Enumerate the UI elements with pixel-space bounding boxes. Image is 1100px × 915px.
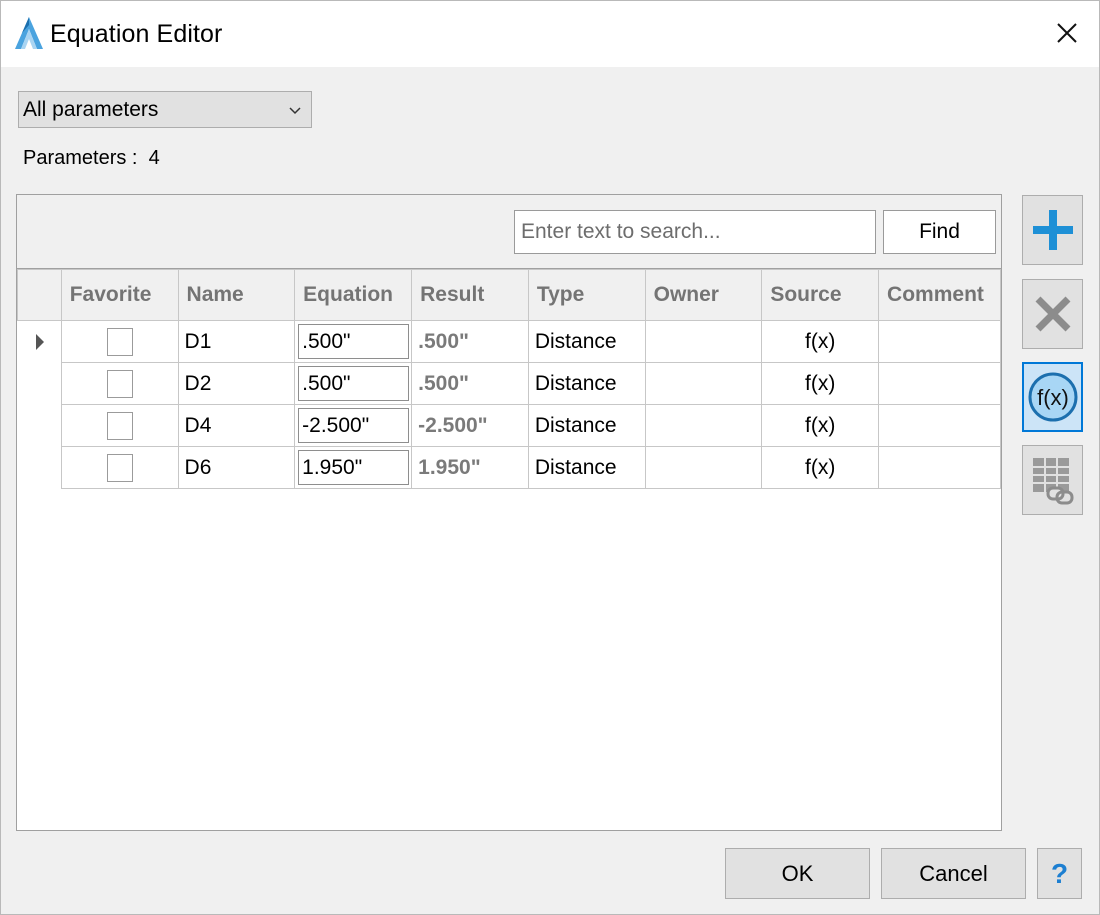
close-button[interactable]	[1047, 13, 1087, 53]
title-bar: Equation Editor	[1, 1, 1099, 67]
favorite-cell	[60, 320, 179, 363]
equation-cell: 1.950"	[294, 446, 413, 489]
app-logo-icon	[15, 17, 43, 49]
row-indicator	[17, 446, 62, 489]
result-cell: .500"	[411, 320, 529, 363]
source-fx-icon: f(x)	[761, 362, 880, 405]
link-table-button[interactable]	[1022, 445, 1083, 515]
equation-input[interactable]: .500"	[298, 324, 410, 359]
favorite-cell	[60, 446, 179, 489]
name-cell[interactable]: D2	[177, 362, 296, 405]
row-indicator-header	[17, 269, 62, 321]
column-header-type[interactable]: Type	[527, 269, 646, 321]
table-header-row: Favorite Name Equation Result Type Owner…	[17, 269, 1001, 321]
favorite-checkbox[interactable]	[106, 327, 133, 356]
result-cell: -2.500"	[411, 404, 529, 447]
comment-cell[interactable]	[878, 320, 1001, 363]
close-icon	[1057, 23, 1077, 43]
favorite-checkbox[interactable]	[106, 369, 133, 398]
plus-icon	[1032, 210, 1073, 250]
type-cell: Distance	[527, 404, 646, 447]
result-cell: .500"	[411, 362, 529, 405]
type-cell: Distance	[527, 320, 646, 363]
owner-cell	[644, 320, 763, 363]
owner-cell	[644, 404, 763, 447]
parameters-grid: Find Favorite Name Equation Result Type …	[16, 194, 1002, 831]
ok-button[interactable]: OK	[725, 848, 870, 899]
equation-input[interactable]: 1.950"	[298, 450, 410, 485]
equation-editor-dialog: Equation Editor All parameters Parameter…	[0, 0, 1100, 915]
favorite-cell	[60, 362, 179, 405]
owner-cell	[644, 362, 763, 405]
parameter-count: Parameters : 4	[23, 147, 160, 170]
parameter-count-value: 4	[148, 147, 160, 169]
help-button[interactable]: ?	[1037, 848, 1082, 899]
parameter-count-label: Parameters :	[23, 147, 138, 169]
add-parameter-button[interactable]	[1022, 195, 1083, 265]
favorite-checkbox[interactable]	[106, 411, 133, 440]
row-indicator	[17, 362, 62, 405]
table-link-icon	[1032, 458, 1073, 505]
column-header-source[interactable]: Source	[761, 269, 880, 321]
function-button[interactable]: f(x)	[1022, 362, 1083, 432]
result-cell: 1.950"	[411, 446, 529, 489]
row-indicator	[17, 404, 62, 447]
column-header-owner[interactable]: Owner	[644, 269, 763, 321]
parameters-table: Favorite Name Equation Result Type Owner…	[17, 269, 1001, 489]
comment-cell[interactable]	[878, 446, 1001, 489]
column-header-result[interactable]: Result	[411, 269, 529, 321]
search-bar: Find	[17, 195, 1001, 269]
equation-input[interactable]: .500"	[298, 366, 410, 401]
x-icon	[1035, 296, 1070, 332]
column-header-comment[interactable]: Comment	[878, 269, 1001, 321]
table-row[interactable]: D2 .500" .500" Distance f(x)	[17, 362, 1001, 405]
column-header-equation[interactable]: Equation	[294, 269, 413, 321]
comment-cell[interactable]	[878, 362, 1001, 405]
table-row[interactable]: D6 1.950" 1.950" Distance f(x)	[17, 446, 1001, 489]
table-row[interactable]: D4 -2.500" -2.500" Distance f(x)	[17, 404, 1001, 447]
equation-cell: -2.500"	[294, 404, 413, 447]
cancel-button[interactable]: Cancel	[881, 848, 1026, 899]
equation-cell: .500"	[294, 362, 413, 405]
source-fx-icon: f(x)	[761, 446, 880, 489]
svg-text:f(x): f(x)	[1037, 385, 1069, 410]
source-fx-icon: f(x)	[761, 404, 880, 447]
name-cell[interactable]: D6	[177, 446, 296, 489]
table-row[interactable]: D1 .500" .500" Distance f(x)	[17, 320, 1001, 363]
name-cell[interactable]: D4	[177, 404, 296, 447]
find-button[interactable]: Find	[883, 210, 996, 254]
equation-cell: .500"	[294, 320, 413, 363]
source-fx-icon: f(x)	[761, 320, 880, 363]
type-cell: Distance	[527, 446, 646, 489]
fx-icon: f(x)	[1028, 372, 1077, 422]
favorite-cell	[60, 404, 179, 447]
delete-parameter-button[interactable]	[1022, 279, 1083, 349]
parameter-filter-dropdown[interactable]: All parameters	[18, 91, 312, 128]
search-input[interactable]	[514, 210, 876, 254]
column-header-favorite[interactable]: Favorite	[60, 269, 179, 321]
row-arrow-icon	[35, 334, 44, 350]
type-cell: Distance	[527, 362, 646, 405]
column-header-name[interactable]: Name	[177, 269, 296, 321]
name-cell[interactable]: D1	[177, 320, 296, 363]
comment-cell[interactable]	[878, 404, 1001, 447]
filter-selected-value: All parameters	[23, 98, 159, 121]
current-row-indicator	[17, 320, 62, 363]
favorite-checkbox[interactable]	[106, 453, 133, 482]
window-title: Equation Editor	[50, 20, 223, 48]
owner-cell	[644, 446, 763, 489]
chevron-down-icon	[289, 107, 301, 115]
equation-input[interactable]: -2.500"	[298, 408, 410, 443]
